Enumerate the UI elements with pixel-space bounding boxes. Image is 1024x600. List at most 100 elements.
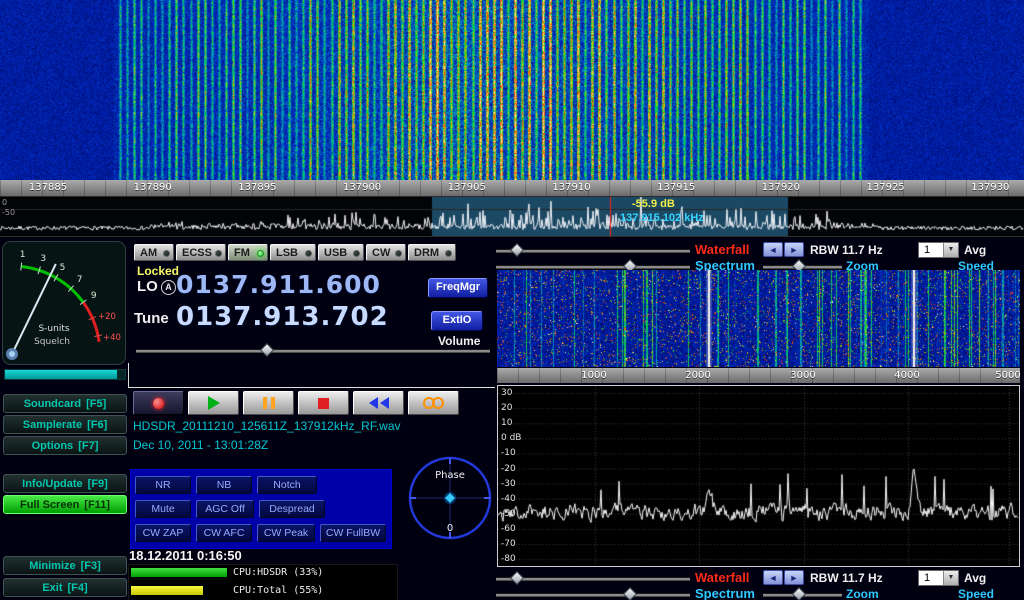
mode-button-fm[interactable]: FM xyxy=(228,244,268,261)
cpu-total-bar xyxy=(131,586,203,595)
strip-axis-label: -50 xyxy=(2,208,15,217)
slider-thumb[interactable] xyxy=(623,587,637,600)
mode-label: LSB xyxy=(276,247,298,259)
mode-led-icon xyxy=(445,250,452,257)
db-axis-label: 10 xyxy=(501,418,512,428)
slider-thumb[interactable] xyxy=(792,587,806,600)
freq-scale-label: 137890 xyxy=(134,182,172,193)
mode-led-icon xyxy=(215,250,222,257)
freqmgr-button[interactable]: FreqMgr xyxy=(428,278,488,298)
cw-fullbw-button[interactable]: CW FullBW xyxy=(320,524,386,542)
zoom-in-button[interactable]: ► xyxy=(784,242,804,257)
main-waterfall-display[interactable] xyxy=(0,0,1024,180)
dropdown-arrow-icon[interactable]: ▼ xyxy=(943,571,958,585)
zoom-out-icon: ◄ xyxy=(769,573,778,583)
rewind-button[interactable] xyxy=(353,391,404,415)
mode-button-ecss[interactable]: ECSS xyxy=(176,244,226,261)
mode-button-lsb[interactable]: LSB xyxy=(270,244,316,261)
slider-track[interactable] xyxy=(496,249,690,253)
info-update-button[interactable]: Info/Update[F9] xyxy=(3,474,127,493)
audio-waterfall-display[interactable] xyxy=(497,270,1020,367)
samplerate-button[interactable]: Samplerate[F6] xyxy=(3,415,127,434)
slider-track[interactable] xyxy=(496,265,690,269)
phase-scope: Phase 0 xyxy=(404,452,496,544)
smeter-tick-label: 7 xyxy=(77,275,83,285)
audio-spectrum-canvas[interactable] xyxy=(498,386,1019,566)
slider-thumb[interactable] xyxy=(260,343,274,357)
lo-frequency-display[interactable]: 0137.911.600 xyxy=(176,270,381,299)
audio-frequency-scale[interactable]: 10002000300040005000 xyxy=(497,368,1020,383)
mute-button[interactable]: Mute xyxy=(135,500,191,518)
options-button[interactable]: Options[F7] xyxy=(3,436,127,455)
frequency-scale[interactable]: 1378851378901378951379001379051379101379… xyxy=(0,180,1024,197)
speed-label: Speed xyxy=(958,587,994,600)
nb-button[interactable]: NB xyxy=(196,476,252,494)
zoom-out-button[interactable]: ◄ xyxy=(763,570,783,585)
slider-track[interactable] xyxy=(496,593,690,597)
rewind-icon xyxy=(380,397,389,409)
zoom-in-button[interactable]: ► xyxy=(784,570,804,585)
avg-select[interactable]: 1 ▼ xyxy=(918,570,959,586)
button-label: Options xyxy=(32,440,74,452)
brightness-slider[interactable] xyxy=(496,571,690,584)
spectrum-overview[interactable]: -55.9 dB 137.915.102 kHz 0 -50 xyxy=(0,197,1024,236)
mode-button-cw[interactable]: CW xyxy=(366,244,406,261)
smeter-tick-label: 9 xyxy=(91,291,97,301)
audio-scale-label: 2000 xyxy=(685,370,710,381)
avg-select-value: 1 xyxy=(919,243,943,257)
cw-afc-button[interactable]: CW AFC xyxy=(196,524,252,542)
zoom-in-icon: ► xyxy=(790,245,799,255)
dropdown-arrow-icon[interactable]: ▼ xyxy=(943,243,958,257)
record-button[interactable] xyxy=(133,391,184,415)
contrast-slider[interactable] xyxy=(496,587,690,600)
minimize-button[interactable]: Minimize[F3] xyxy=(3,556,127,575)
waterfall-label[interactable]: Waterfall xyxy=(695,242,749,257)
nr-button[interactable]: NR xyxy=(135,476,191,494)
exit-button[interactable]: Exit[F4] xyxy=(3,578,127,597)
mode-button-drm[interactable]: DRM xyxy=(408,244,456,261)
slider-thumb[interactable] xyxy=(510,243,524,257)
af-display-frame xyxy=(128,363,495,388)
cpu-meter: CPU:HDSDR (33%) CPU:Total (55%) xyxy=(128,564,398,600)
dsp-panel: NR NB Notch Mute AGC Off Despread CW ZAP… xyxy=(130,469,392,549)
mode-led-icon xyxy=(353,250,360,257)
brightness-slider[interactable] xyxy=(496,243,690,256)
squelch-level-bar[interactable] xyxy=(4,369,126,380)
notch-button[interactable]: Notch xyxy=(257,476,317,494)
overview-spectrum-canvas[interactable] xyxy=(0,197,1024,236)
freq-scale-label: 137910 xyxy=(552,182,590,193)
cw-zap-button[interactable]: CW ZAP xyxy=(135,524,191,542)
smeter-units-label: S-units xyxy=(38,324,69,334)
button-label: Info/Update xyxy=(22,478,83,490)
audio-spectrum-display[interactable]: 3020100 dB-10-20-30-40-50-60-70-80 xyxy=(497,385,1020,567)
zoom-slider[interactable] xyxy=(763,587,842,600)
mode-button-am[interactable]: AM xyxy=(134,244,174,261)
mode-label: DRM xyxy=(414,247,439,259)
volume-slider[interactable] xyxy=(136,343,490,356)
mode-label: USB xyxy=(324,247,347,259)
lo-sync-badge-icon[interactable]: A xyxy=(161,280,176,295)
zoom-out-icon: ◄ xyxy=(769,245,778,255)
play-button[interactable] xyxy=(188,391,239,415)
tune-frequency-display[interactable]: 0137.913.702 xyxy=(176,302,389,332)
slider-track[interactable] xyxy=(136,349,490,353)
slider-track[interactable] xyxy=(496,577,690,581)
pause-button[interactable] xyxy=(243,391,294,415)
despread-button[interactable]: Despread xyxy=(259,500,325,518)
waterfall-label[interactable]: Waterfall xyxy=(695,570,749,585)
mode-button-usb[interactable]: USB xyxy=(318,244,364,261)
loop-button[interactable] xyxy=(408,391,459,415)
display-controls-bottom: Waterfall ◄ ► RBW 11.7 Hz 1 ▼ Avg Spectr… xyxy=(494,570,1024,600)
lo-label: LO xyxy=(137,278,158,295)
agc-button[interactable]: AGC Off xyxy=(196,500,254,518)
fullscreen-button[interactable]: Full Screen[F11] xyxy=(3,495,127,514)
db-axis-label: -80 xyxy=(501,554,516,564)
soundcard-button[interactable]: Soundcard[F5] xyxy=(3,394,127,413)
stop-button[interactable] xyxy=(298,391,349,415)
cw-peak-button[interactable]: CW Peak xyxy=(257,524,315,542)
slider-thumb[interactable] xyxy=(510,571,524,585)
avg-select[interactable]: 1 ▼ xyxy=(918,242,959,258)
extio-button[interactable]: ExtIO xyxy=(431,311,483,331)
spectrum-label[interactable]: Spectrum xyxy=(695,586,755,600)
zoom-out-button[interactable]: ◄ xyxy=(763,242,783,257)
